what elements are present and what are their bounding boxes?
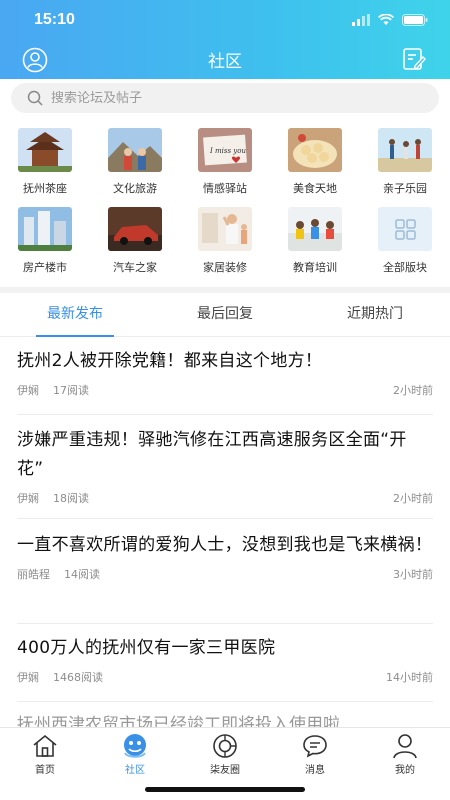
category-all-sections[interactable]: 全部版块 — [360, 207, 450, 285]
post-author: 伊娴 — [17, 384, 39, 397]
grid-icon — [378, 207, 432, 251]
battery-icon — [402, 14, 428, 26]
post-meta: 伊娴 17阅读 2小时前 — [17, 382, 433, 398]
message-icon — [303, 735, 327, 758]
post-reads: 14阅读 — [64, 568, 100, 581]
tab-mine[interactable]: 我的 — [360, 731, 450, 776]
category-label: 汽车之家 — [113, 261, 157, 274]
category-label: 全部版块 — [383, 261, 427, 274]
search-icon — [27, 90, 43, 106]
tab-label: 柒友圈 — [210, 765, 240, 776]
post-reads: 1468阅读 — [53, 671, 103, 684]
compose-icon[interactable] — [402, 47, 426, 71]
category-label: 抚州茶座 — [23, 182, 67, 195]
active-tab-indicator — [36, 335, 114, 337]
tab-moments[interactable]: 柒友圈 — [180, 731, 270, 776]
post-reads: 18阅读 — [53, 492, 89, 505]
tab-label: 消息 — [305, 765, 325, 776]
category-emotion-station[interactable]: I miss you 情感驿站 — [180, 128, 270, 206]
category-grid: 抚州茶座 文化旅游 I miss you 情感驿站 美食天地 亲子乐园 房产楼市… — [0, 128, 450, 285]
category-education[interactable]: 教育培训 — [270, 207, 360, 285]
post-title[interactable]: 抚州2人被开除党籍！都来自这个地方！ — [17, 347, 433, 376]
category-car-home[interactable]: 汽车之家 — [90, 207, 180, 285]
category-label: 教育培训 — [293, 261, 337, 274]
home-icon — [33, 734, 57, 757]
tab-hot[interactable]: 近期热门 — [300, 293, 450, 337]
profile-icon[interactable] — [22, 47, 48, 73]
post-author: 丽皓程 — [17, 568, 50, 581]
nav-bar: 社区 — [0, 40, 450, 79]
category-culture-travel[interactable]: 文化旅游 — [90, 128, 180, 206]
list-item[interactable]: 抚州2人被开除党籍！都来自这个地方！ 伊娴 17阅读 2小时前 — [17, 347, 433, 415]
post-meta: 伊娴 1468阅读 14小时前 — [17, 669, 433, 685]
list-item[interactable]: 涉嫌严重违规！驿驰汽修在江西高速服务区全面“开花” 伊娴 18阅读 2小时前 — [17, 426, 433, 519]
post-title[interactable]: 400万人的抚州仅有一家三甲医院 — [17, 634, 433, 663]
food-photo — [288, 128, 342, 172]
category-real-estate[interactable]: 房产楼市 — [0, 207, 90, 285]
search-input[interactable] — [51, 90, 411, 106]
category-fuzhou-teahouse[interactable]: 抚州茶座 — [0, 128, 90, 206]
moments-icon — [213, 734, 237, 758]
post-meta: 伊娴 18阅读 2小时前 — [17, 490, 433, 506]
post-title[interactable]: 一直不喜欢所谓的爱狗人士，没想到我也是飞来横祸！ — [17, 531, 433, 560]
list-item[interactable]: 一直不喜欢所谓的爱狗人士，没想到我也是飞来横祸！ 丽皓程 14阅读 3小时前 — [17, 531, 433, 624]
community-icon — [124, 734, 146, 758]
pavilion-photo — [18, 128, 72, 172]
miss-you-photo: I miss you — [198, 128, 252, 172]
signal-icon — [352, 14, 370, 26]
tab-messages[interactable]: 消息 — [270, 731, 360, 776]
wifi-icon — [378, 14, 394, 25]
category-label: 美食天地 — [293, 182, 337, 195]
tab-label: 我的 — [395, 765, 415, 776]
category-label: 房产楼市 — [23, 261, 67, 274]
header: 15:10 社区 — [0, 0, 450, 79]
tab-home[interactable]: 首页 — [0, 731, 90, 776]
post-time: 3小时前 — [393, 568, 433, 581]
family-photo — [378, 128, 432, 172]
status-bar: 15:10 — [0, 0, 450, 40]
category-label: 亲子乐园 — [383, 182, 427, 195]
status-time: 15:10 — [34, 11, 75, 28]
buildings-photo — [18, 207, 72, 251]
category-label: 情感驿站 — [203, 182, 247, 195]
svg-text:I miss you: I miss you — [209, 147, 246, 155]
tab-community[interactable]: 社区 — [90, 731, 180, 776]
category-label: 家居装修 — [203, 261, 247, 274]
decoration-photo — [198, 207, 252, 251]
classroom-photo — [288, 207, 342, 251]
post-meta: 丽皓程 14阅读 3小时前 — [17, 566, 433, 582]
search-bar[interactable] — [11, 83, 439, 113]
travel-photo — [108, 128, 162, 172]
category-home-decoration[interactable]: 家居装修 — [180, 207, 270, 285]
category-label: 文化旅游 — [113, 182, 157, 195]
user-icon — [393, 734, 417, 759]
post-time: 14小时前 — [386, 671, 433, 684]
post-title[interactable]: 涉嫌严重违规！驿驰汽修在江西高速服务区全面“开花” — [17, 426, 433, 484]
tab-last-reply[interactable]: 最后回复 — [150, 293, 300, 337]
post-tabs: 最新发布 最后回复 近期热门 — [0, 293, 450, 337]
tab-label: 社区 — [125, 765, 145, 776]
post-time: 2小时前 — [393, 492, 433, 505]
page-title: 社区 — [208, 52, 242, 72]
category-family-park[interactable]: 亲子乐园 — [360, 128, 450, 206]
tab-latest[interactable]: 最新发布 — [0, 293, 150, 337]
category-food[interactable]: 美食天地 — [270, 128, 360, 206]
list-item[interactable]: 400万人的抚州仅有一家三甲医院 伊娴 1468阅读 14小时前 — [17, 634, 433, 702]
post-reads: 17阅读 — [53, 384, 89, 397]
home-indicator — [145, 787, 305, 792]
status-icons — [352, 14, 428, 26]
post-time: 2小时前 — [393, 384, 433, 397]
post-author: 伊娴 — [17, 671, 39, 684]
post-author: 伊娴 — [17, 492, 39, 505]
car-photo — [108, 207, 162, 251]
tab-label: 首页 — [35, 765, 55, 776]
